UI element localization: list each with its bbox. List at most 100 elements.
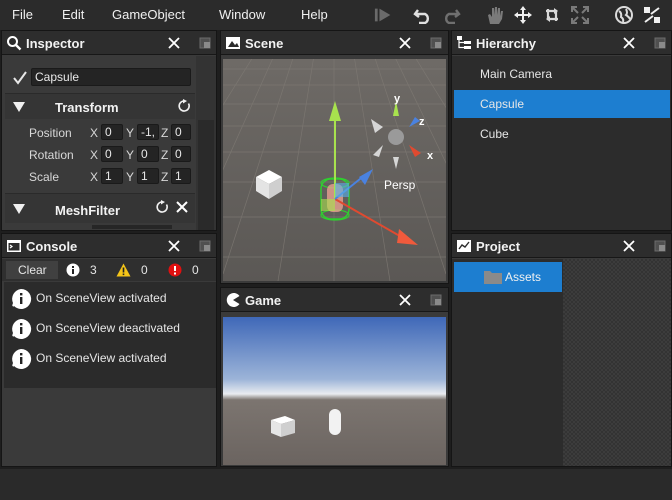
project-assets-area[interactable] (563, 259, 671, 466)
position-label: Position (29, 126, 72, 140)
project-folder-label: Assets (505, 270, 542, 284)
hand-tool-icon[interactable] (485, 5, 505, 25)
inspector-title: Inspector (26, 36, 85, 51)
move-tool-icon[interactable] (513, 5, 533, 25)
scale-y-axis-label: Y (126, 170, 135, 184)
hierarchy-close-icon[interactable] (622, 36, 636, 50)
console-log-text: On SceneView activated (36, 291, 167, 305)
game-cube (271, 416, 295, 437)
hierarchy-titlebar: Hierarchy (452, 31, 671, 55)
error-filter-icon[interactable] (168, 263, 182, 277)
inspector-titlebar: Inspector (2, 31, 216, 55)
position-x-field[interactable]: 0 (101, 124, 123, 140)
project-folder-assets[interactable]: Assets (454, 262, 562, 292)
game-maximize-icon[interactable] (430, 294, 442, 306)
meshfilter-remove-icon[interactable] (175, 200, 189, 214)
menu-bar: File Edit GameObject Window Help (0, 0, 672, 30)
rotation-x-axis-label: X (90, 148, 99, 162)
active-checkbox-icon[interactable] (12, 70, 28, 86)
position-z-field[interactable]: 0 (171, 124, 191, 140)
menu-help[interactable]: Help (301, 7, 328, 22)
scene-close-icon[interactable] (398, 36, 412, 50)
hierarchy-list: Main Camera Capsule Cube (452, 56, 671, 230)
console-panel: Console Clear 3 0 0 On SceneView activat… (1, 233, 217, 467)
menu-window[interactable]: Window (219, 7, 265, 22)
scene-maximize-icon[interactable] (430, 37, 442, 49)
rotation-z-field[interactable]: 0 (171, 146, 191, 162)
project-close-icon[interactable] (622, 239, 636, 253)
scale-z-field[interactable]: 1 (171, 168, 191, 184)
hierarchy-item-capsule[interactable]: Capsule (454, 90, 670, 118)
hierarchy-item-main-camera[interactable]: Main Camera (454, 60, 670, 88)
console-log-row[interactable]: On SceneView activated (6, 284, 216, 312)
rotate-tool-icon[interactable] (542, 5, 562, 25)
gizmo-y-label: y (394, 93, 401, 105)
inspector-close-icon[interactable] (167, 36, 181, 50)
scale-z-axis-label: Z (161, 170, 169, 184)
menu-file[interactable]: File (12, 7, 33, 22)
redo-icon[interactable] (441, 5, 461, 25)
transform-reset-icon[interactable] (177, 99, 191, 113)
console-close-icon[interactable] (167, 239, 181, 253)
menu-edit[interactable]: Edit (62, 7, 84, 22)
scene-titlebar: Scene (221, 31, 448, 55)
meshfilter-header[interactable]: MeshFilter (5, 193, 195, 223)
transform-header[interactable]: Transform (5, 93, 195, 119)
warning-filter-icon[interactable] (116, 263, 131, 277)
scene-viewport[interactable]: y z x Persp (223, 59, 446, 281)
scale-tool-icon[interactable] (570, 5, 590, 25)
console-log-row[interactable]: On SceneView deactivated (6, 314, 216, 342)
rotation-y-axis-label: Y (126, 148, 135, 162)
scale-label: Scale (29, 170, 60, 184)
console-clear-label: Clear (18, 263, 47, 277)
globe-icon[interactable] (614, 5, 634, 25)
console-icon (7, 240, 21, 252)
undo-icon[interactable] (413, 5, 433, 25)
rotation-label: Rotation (29, 148, 74, 162)
rotation-z-axis-label: Z (161, 148, 169, 162)
scale-x-field[interactable]: 1 (101, 168, 123, 184)
play-icon[interactable] (374, 5, 394, 25)
scene-panel: Scene y z x Persp (220, 30, 449, 284)
meshfilter-collapse-icon[interactable] (13, 204, 25, 214)
transform-collapse-icon[interactable] (13, 102, 25, 112)
scene-icon (226, 37, 240, 49)
position-y-field[interactable]: -1, (137, 124, 159, 140)
project-maximize-icon[interactable] (654, 240, 666, 252)
inspector-scrollbar-thumb[interactable] (198, 120, 214, 230)
console-clear-button[interactable]: Clear (6, 261, 58, 279)
game-close-icon[interactable] (398, 293, 412, 307)
hierarchy-item-label: Main Camera (480, 67, 553, 81)
scale-y-field[interactable]: 1 (137, 168, 159, 184)
position-y-axis-label: Y (126, 126, 135, 140)
game-viewport[interactable] (223, 317, 446, 465)
layout-icon[interactable] (642, 5, 662, 25)
info-log-icon (11, 348, 32, 369)
gizmo-z-label: z (419, 116, 425, 128)
hierarchy-item-cube[interactable]: Cube (454, 120, 670, 148)
info-log-icon (11, 318, 32, 339)
meshfilter-field-edge (92, 225, 172, 229)
console-log-row[interactable]: On SceneView activated (6, 344, 216, 372)
project-folder-tree: Assets (452, 259, 671, 466)
inspector-scrollbar[interactable] (196, 56, 216, 230)
game-panel: Game (220, 287, 449, 467)
inspector-magnifier-icon (7, 36, 22, 51)
hierarchy-maximize-icon[interactable] (654, 37, 666, 49)
rotation-y-field[interactable]: 0 (137, 146, 159, 162)
meshfilter-reset-icon[interactable] (155, 200, 169, 214)
console-log-list: On SceneView activated On SceneView deac… (4, 282, 216, 388)
project-chart-icon (457, 240, 471, 252)
console-titlebar: Console (2, 234, 216, 258)
folder-icon (484, 271, 502, 284)
inspector-maximize-icon[interactable] (199, 37, 211, 49)
info-filter-icon[interactable] (66, 263, 80, 277)
project-title: Project (476, 239, 521, 254)
console-maximize-icon[interactable] (199, 240, 211, 252)
scene-title: Scene (245, 36, 284, 51)
hierarchy-item-label: Capsule (480, 97, 525, 111)
persp-label[interactable]: Persp (384, 178, 416, 192)
menu-gameobject[interactable]: GameObject (112, 7, 185, 22)
rotation-x-field[interactable]: 0 (101, 146, 123, 162)
object-name-input[interactable]: Capsule (31, 68, 191, 86)
